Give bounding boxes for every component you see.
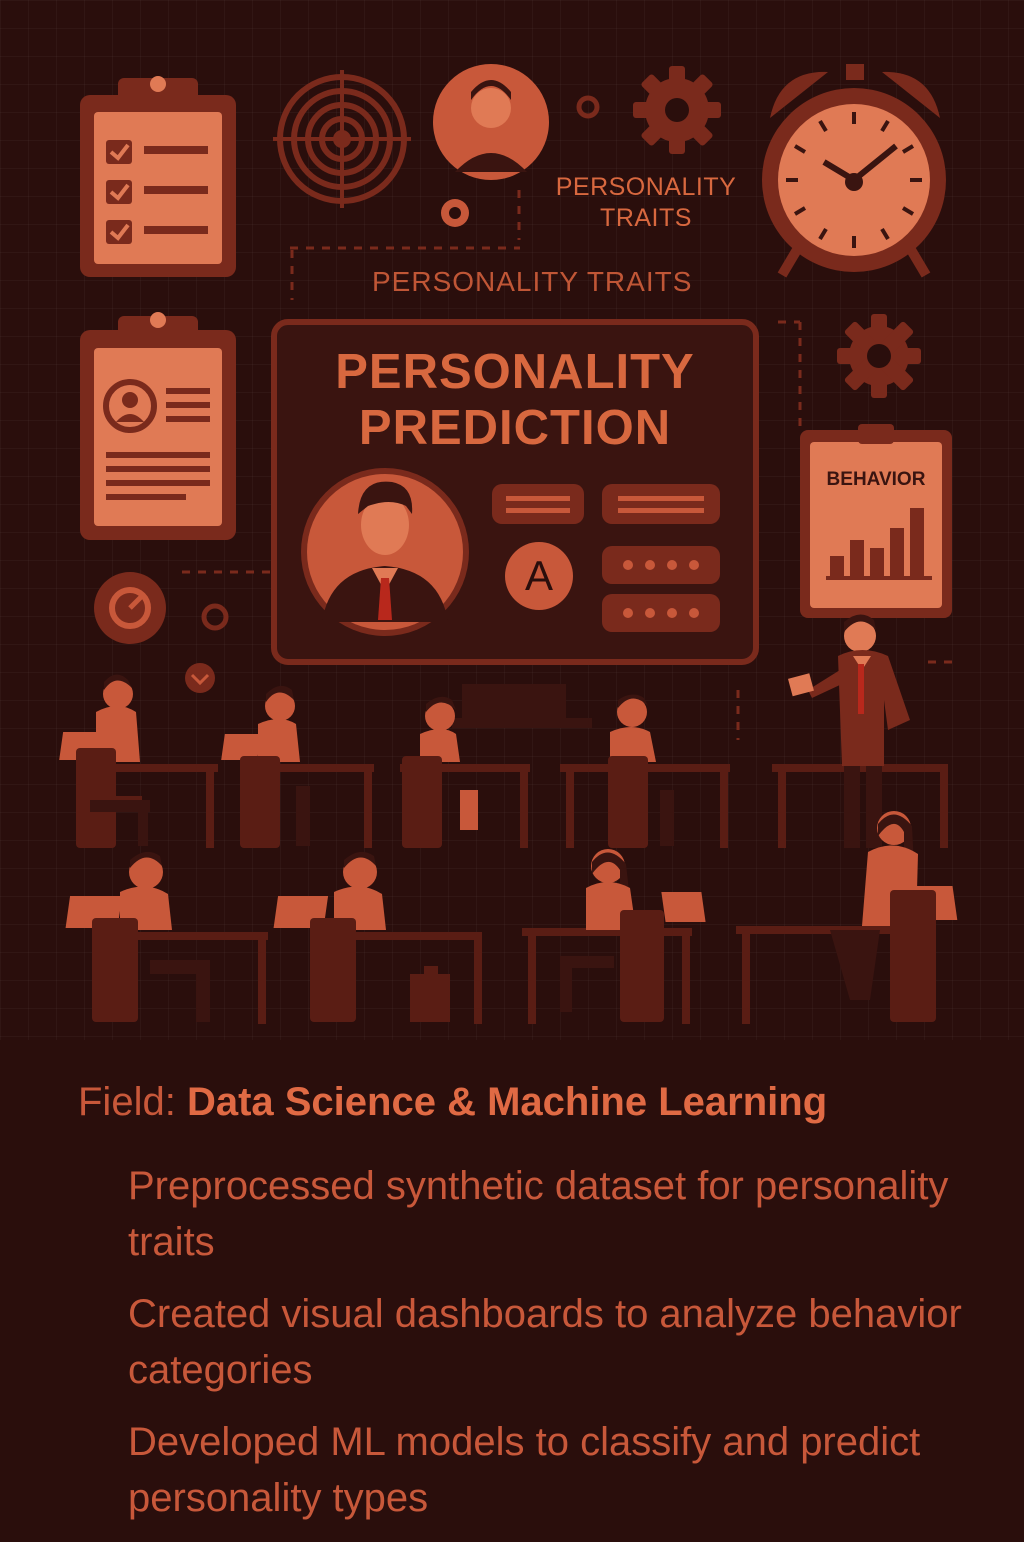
small-badge-icon <box>441 199 469 227</box>
small-circle-decor <box>576 95 600 119</box>
illustration-svg <box>59 64 960 1024</box>
behavior-card-label: BEHAVIOR <box>826 469 926 490</box>
board-title: PERSONALITY PREDICTION <box>335 345 695 455</box>
small-ring-decor <box>201 603 229 631</box>
gear-icon-right <box>837 314 921 398</box>
checklist-clipboard-icon <box>80 76 236 277</box>
profile-clipboard-icon <box>80 312 236 540</box>
behavior-bar <box>830 556 844 576</box>
personality-traits-label-small: PERSONALITY TRAITS <box>555 173 737 232</box>
field-value: Data Science & Machine Learning <box>186 1080 828 1124</box>
behavior-bar <box>870 548 884 576</box>
personality-traits-label-wide: PERSONALITY TRAITS <box>372 266 693 297</box>
letter-badge: A <box>524 552 553 599</box>
bullet-item: Preprocessed synthetic dataset for perso… <box>128 1164 949 1264</box>
bullet-item: Created visual dashboards to analyze beh… <box>128 1292 962 1392</box>
alarm-clock-icon <box>762 64 946 278</box>
avatar-icon <box>433 64 549 180</box>
dial-icon <box>94 572 166 644</box>
field-line: Field: Data Science & Machine Learning <box>78 1080 827 1125</box>
bullet-item: Developed ML models to classify and pred… <box>128 1420 921 1520</box>
student-row-2 <box>65 811 958 1022</box>
bullet-list: Preprocessed synthetic dataset for perso… <box>128 1158 988 1542</box>
gear-icon <box>633 66 721 154</box>
behavior-card <box>800 424 952 618</box>
behavior-bar <box>910 508 924 576</box>
chevron-down-icon <box>185 663 215 693</box>
behavior-bar <box>890 528 904 576</box>
illustration-canvas: PERSONALITY TRAITS PERSONALITY TRAITS PE… <box>0 0 1024 1536</box>
behavior-bar <box>850 540 864 576</box>
field-prefix: Field: <box>78 1080 176 1124</box>
target-icon <box>273 70 411 208</box>
